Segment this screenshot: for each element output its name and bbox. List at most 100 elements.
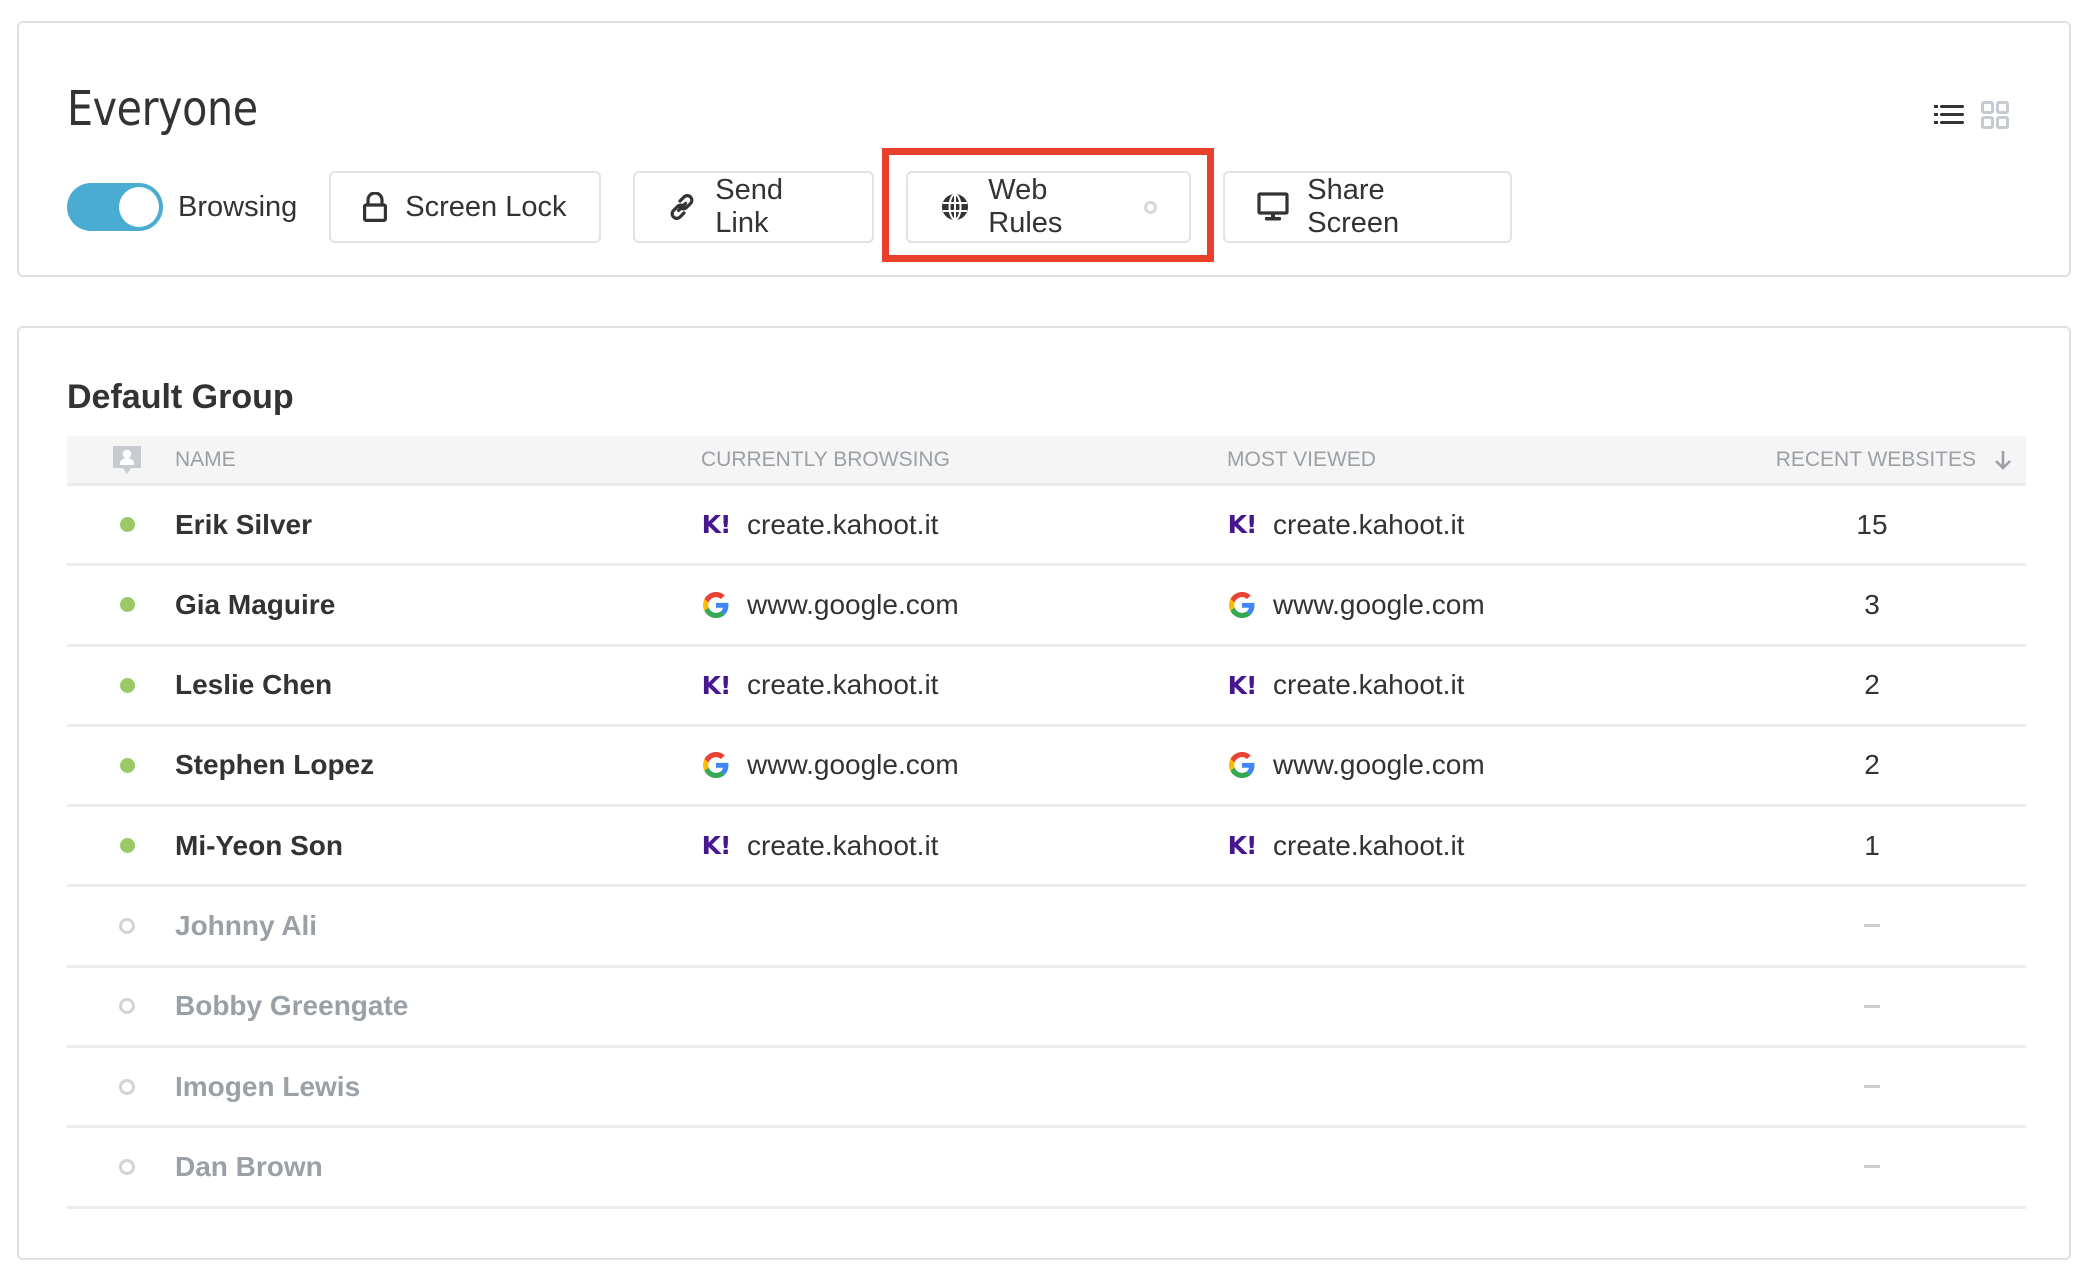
kahoot-favicon-icon: K! (701, 670, 732, 700)
online-status-dot (119, 597, 135, 613)
google-favicon-icon (701, 750, 731, 780)
most-cell: K! create.kahoot.it (1227, 486, 1465, 563)
table-row[interactable]: Mi-Yeon Son K! create.kahoot.it K! create.ka… (67, 807, 2026, 888)
name-cell: Johnny Ali (175, 887, 317, 964)
student-name[interactable]: Johnny Ali (175, 910, 317, 942)
lock-icon (363, 192, 388, 222)
student-name[interactable]: Erik Silver (175, 509, 312, 541)
online-status-dot (119, 838, 135, 854)
send-link-button[interactable]: Send Link (633, 171, 875, 243)
current-site: create.kahoot.it (747, 669, 939, 701)
recent-websites-count: 3 (1864, 588, 1880, 620)
online-status-dot (119, 757, 135, 773)
status-cell (109, 968, 145, 1045)
current-site: www.google.com (747, 588, 959, 620)
offline-status-dot (119, 998, 135, 1015)
name-cell: Dan Brown (175, 1128, 323, 1205)
most-cell: K! create.kahoot.it (1227, 647, 1465, 724)
kahoot-favicon-icon: K! (1227, 670, 1258, 700)
toolbar: Browsing Screen Lock Send Link Web Rules… (67, 171, 1544, 243)
current-site: www.google.com (747, 749, 959, 781)
name-cell: Leslie Chen (175, 647, 332, 724)
name-cell: Erik Silver (175, 486, 312, 563)
table-row[interactable]: Leslie Chen K! create.kahoot.it K! create.ka… (67, 647, 2026, 727)
browsing-toggle[interactable]: Browsing (67, 183, 297, 231)
recent-websites-cell (1707, 968, 2037, 1045)
send-link-label: Send Link (715, 174, 784, 239)
no-data-dash (1864, 924, 1880, 928)
page-title: Everyone (67, 81, 258, 137)
most-site: create.kahoot.it (1273, 508, 1465, 540)
kahoot-favicon-icon: K! (1227, 831, 1258, 861)
share-screen-label: Share Screen (1307, 174, 1400, 239)
student-name[interactable]: Gia Maguire (175, 589, 335, 621)
google-favicon-icon (701, 590, 731, 620)
header-person-icon (109, 436, 145, 483)
screen-lock-button[interactable]: Screen Lock (329, 171, 602, 243)
offline-status-dot (119, 1078, 135, 1095)
most-site: www.google.com (1273, 749, 1485, 781)
current-site: create.kahoot.it (747, 508, 939, 540)
globe-icon (942, 193, 969, 221)
table-row[interactable]: Erik Silver K! create.kahoot.it K! create.ka… (67, 486, 2026, 567)
recent-websites-cell: 2 (1707, 647, 2037, 724)
recent-websites-count: 1 (1864, 829, 1880, 861)
student-name[interactable]: Imogen Lewis (175, 1071, 360, 1103)
most-site: www.google.com (1273, 588, 1485, 620)
recent-websites-cell (1707, 887, 2037, 964)
list-view-icon[interactable] (1933, 99, 1965, 131)
column-header-name[interactable]: NAME (175, 436, 236, 483)
grid-view-icon[interactable] (1979, 99, 2011, 131)
name-cell: Gia Maguire (175, 566, 335, 643)
sort-descending-icon (1995, 450, 2011, 470)
student-name[interactable]: Dan Brown (175, 1151, 323, 1183)
kahoot-favicon-icon: K! (701, 831, 732, 861)
students-table: NAME CURRENTLY BROWSING MOST VIEWED RECE… (67, 436, 2026, 1209)
recent-websites-cell (1707, 1048, 2037, 1125)
recent-websites-count: 15 (1856, 508, 1888, 540)
student-name[interactable]: Mi-Yeon Son (175, 830, 343, 862)
online-status-dot (119, 677, 135, 693)
web-rules-button[interactable]: Web Rules (906, 171, 1192, 243)
status-cell (109, 486, 145, 563)
student-name[interactable]: Leslie Chen (175, 669, 332, 701)
table-row[interactable]: Bobby Greengate (67, 968, 2026, 1049)
recent-websites-cell: 15 (1707, 486, 2037, 563)
offline-status-dot (119, 1158, 135, 1175)
name-cell: Bobby Greengate (175, 968, 408, 1045)
toggle-switch[interactable] (67, 183, 163, 231)
web-rules-label: Web Rules (988, 174, 1063, 239)
status-cell (109, 1128, 145, 1205)
column-header-recent-websites-label: RECENT WEBSITES (1775, 447, 1976, 471)
google-favicon-icon (1227, 590, 1257, 620)
table-row[interactable]: Dan Brown (67, 1128, 2026, 1209)
most-site: create.kahoot.it (1273, 669, 1465, 701)
recent-websites-count: 2 (1864, 669, 1880, 701)
table-row[interactable]: Gia Maguire www.google.com www.google.com 3 (67, 566, 2026, 647)
table-row[interactable]: Imogen Lewis (67, 1048, 2026, 1129)
column-header-recent-websites[interactable]: RECENT WEBSITES (1776, 436, 2012, 483)
student-name[interactable]: Bobby Greengate (175, 990, 408, 1022)
status-cell (109, 727, 145, 804)
most-site: create.kahoot.it (1273, 829, 1465, 861)
name-cell: Imogen Lewis (175, 1048, 360, 1125)
current-site: create.kahoot.it (747, 829, 939, 861)
column-header-currently-browsing[interactable]: CURRENTLY BROWSING (701, 436, 950, 483)
status-cell (109, 807, 145, 884)
most-cell: K! create.kahoot.it (1227, 807, 1465, 884)
status-cell (109, 887, 145, 964)
student-name[interactable]: Stephen Lopez (175, 749, 374, 781)
group-card: Default Group NAME CURRENTLY BROWSING MO… (17, 326, 2071, 1260)
column-header-most-viewed[interactable]: MOST VIEWED (1227, 436, 1376, 483)
table-header: NAME CURRENTLY BROWSING MOST VIEWED RECE… (67, 436, 2026, 486)
no-data-dash (1864, 1085, 1880, 1089)
most-cell: www.google.com (1227, 727, 1485, 804)
monitor-icon (1257, 192, 1289, 221)
current-cell: K! create.kahoot.it (701, 807, 939, 884)
table-row[interactable]: Stephen Lopez www.google.com www.google.co… (67, 727, 2026, 808)
share-screen-button[interactable]: Share Screen (1223, 171, 1513, 243)
name-cell: Mi-Yeon Son (175, 807, 343, 884)
current-cell: K! create.kahoot.it (701, 647, 939, 724)
status-cell (109, 1048, 145, 1125)
table-row[interactable]: Johnny Ali (67, 887, 2026, 968)
